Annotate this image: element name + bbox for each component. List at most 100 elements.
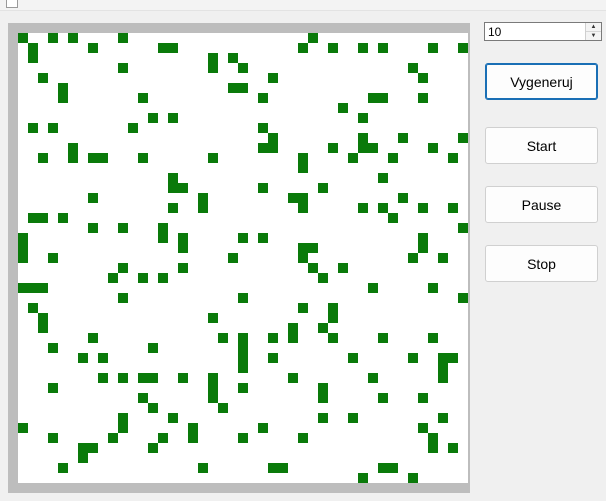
live-cell xyxy=(448,353,458,363)
live-cell xyxy=(418,393,428,403)
live-cell xyxy=(238,383,248,393)
spin-up-icon[interactable]: ▲ xyxy=(586,23,601,32)
live-cell xyxy=(338,263,348,273)
live-cell xyxy=(178,373,188,383)
live-cell xyxy=(98,153,108,163)
live-cell xyxy=(38,283,48,293)
live-cell xyxy=(28,43,38,53)
live-cell xyxy=(458,133,468,143)
live-cell xyxy=(118,223,128,233)
live-cell xyxy=(298,243,308,253)
live-cell xyxy=(258,233,268,243)
live-cell xyxy=(138,273,148,283)
live-cell xyxy=(188,433,198,443)
live-cell xyxy=(348,413,358,423)
live-cell xyxy=(38,323,48,333)
live-cell xyxy=(408,473,418,483)
live-cell xyxy=(78,453,88,463)
live-cell xyxy=(218,403,228,413)
live-cell xyxy=(298,253,308,263)
generate-button[interactable]: Vygeneruj xyxy=(485,63,598,100)
live-cell xyxy=(388,153,398,163)
live-cell xyxy=(18,253,28,263)
live-cell xyxy=(318,413,328,423)
live-cell xyxy=(88,333,98,343)
pause-button[interactable]: Pause xyxy=(485,186,598,223)
live-cell xyxy=(358,203,368,213)
live-cell xyxy=(318,183,328,193)
live-cell xyxy=(328,143,338,153)
live-cell xyxy=(298,193,308,203)
live-cell xyxy=(118,63,128,73)
live-cell xyxy=(368,283,378,293)
live-cell xyxy=(168,203,178,213)
live-cell xyxy=(28,283,38,293)
live-cell xyxy=(298,153,308,163)
live-cell xyxy=(118,293,128,303)
live-cell xyxy=(258,143,268,153)
live-cell xyxy=(178,243,188,253)
app-icon xyxy=(6,0,18,8)
live-cell xyxy=(418,203,428,213)
live-cell xyxy=(258,183,268,193)
live-cell xyxy=(118,423,128,433)
live-cell xyxy=(208,383,218,393)
live-cell xyxy=(458,293,468,303)
live-cell xyxy=(428,283,438,293)
start-button[interactable]: Start xyxy=(485,127,598,164)
spin-down-icon[interactable]: ▼ xyxy=(586,32,601,40)
live-cell xyxy=(208,313,218,323)
live-cell xyxy=(358,43,368,53)
live-cell xyxy=(298,43,308,53)
live-cell xyxy=(58,83,68,93)
live-cell xyxy=(238,363,248,373)
live-cell xyxy=(48,33,58,43)
live-cell xyxy=(48,253,58,263)
live-cell xyxy=(38,73,48,83)
live-cell xyxy=(258,123,268,133)
live-cell xyxy=(408,253,418,263)
live-cell xyxy=(398,193,408,203)
live-cell xyxy=(58,213,68,223)
live-cell xyxy=(378,173,388,183)
live-cell xyxy=(378,93,388,103)
live-cell xyxy=(458,43,468,53)
live-cell xyxy=(318,393,328,403)
live-cell xyxy=(208,393,218,403)
live-cell xyxy=(138,393,148,403)
live-cell xyxy=(88,223,98,233)
live-cell xyxy=(368,373,378,383)
live-cell xyxy=(318,383,328,393)
live-cell xyxy=(328,313,338,323)
live-cell xyxy=(408,353,418,363)
live-cell xyxy=(198,193,208,203)
game-of-life-board[interactable] xyxy=(18,33,468,483)
live-cell xyxy=(388,463,398,473)
live-cell xyxy=(318,273,328,283)
live-cell xyxy=(138,93,148,103)
live-cell xyxy=(268,353,278,363)
live-cell xyxy=(58,93,68,103)
live-cell xyxy=(68,33,78,43)
live-cell xyxy=(208,373,218,383)
live-cell xyxy=(28,213,38,223)
live-cell xyxy=(48,123,58,133)
live-cell xyxy=(198,463,208,473)
live-cell xyxy=(278,463,288,473)
live-cell xyxy=(168,183,178,193)
live-cell xyxy=(168,113,178,123)
grid-size-spinner[interactable]: ▲ ▼ xyxy=(484,22,602,41)
live-cell xyxy=(428,433,438,443)
live-cell xyxy=(418,423,428,433)
live-cell xyxy=(28,303,38,313)
live-cell xyxy=(368,143,378,153)
live-cell xyxy=(458,223,468,233)
live-cell xyxy=(38,313,48,323)
live-cell xyxy=(298,433,308,443)
live-cell xyxy=(438,363,448,373)
live-cell xyxy=(328,333,338,343)
live-cell xyxy=(288,333,298,343)
stop-button[interactable]: Stop xyxy=(485,245,598,282)
live-cell xyxy=(418,73,428,83)
grid-size-input[interactable] xyxy=(486,24,586,39)
